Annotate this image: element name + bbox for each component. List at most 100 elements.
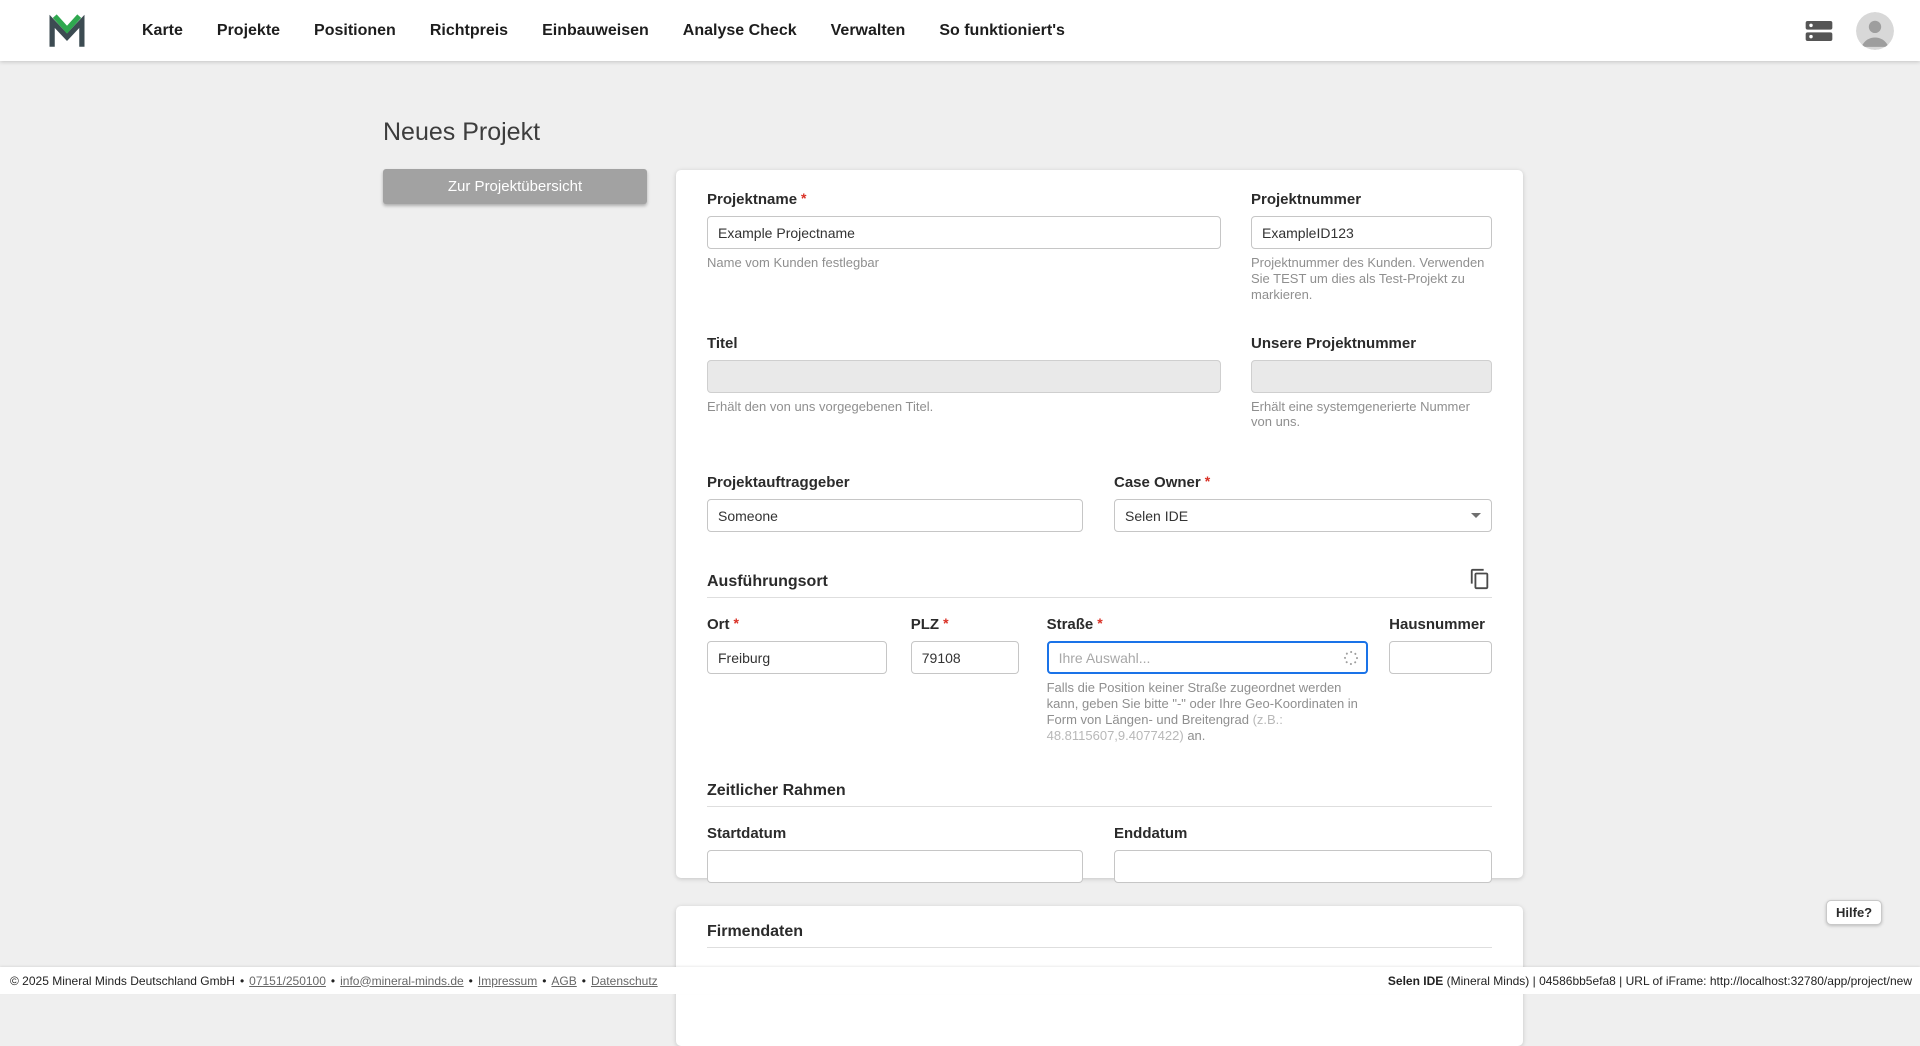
card-reader-icon[interactable]	[1802, 14, 1836, 48]
projektname-helper: Name vom Kunden festlegbar	[707, 255, 1221, 271]
section-ausfuehrungsort-header: Ausführungsort	[707, 567, 1492, 598]
projektnummer-input[interactable]	[1251, 216, 1492, 249]
case-owner-label: Case Owner *	[1114, 474, 1492, 492]
footer: © 2025 Mineral Minds Deutschland GmbH • …	[0, 967, 1920, 994]
strasse-label-text: Straße	[1047, 616, 1094, 634]
unsere-projektnummer-input	[1251, 360, 1492, 393]
ort-label: Ort *	[707, 616, 887, 634]
page-title: Neues Projekt	[383, 118, 540, 147]
strasse-helper: Falls die Position keiner Straße zugeord…	[1047, 680, 1369, 743]
required-asterisk: *	[1205, 474, 1210, 492]
footer-separator: •	[469, 974, 473, 988]
footer-separator: •	[542, 974, 546, 988]
titel-label: Titel	[707, 335, 1221, 353]
copy-icon[interactable]	[1468, 567, 1492, 591]
enddatum-label-text: Enddatum	[1114, 825, 1187, 843]
row-projektname: Projektname * Name vom Kunden festlegbar…	[707, 191, 1492, 303]
user-avatar[interactable]	[1856, 12, 1894, 50]
section-firmendaten-header: Firmendaten	[707, 923, 1492, 948]
required-asterisk: *	[734, 616, 739, 634]
required-asterisk: *	[1097, 616, 1102, 634]
ort-input[interactable]	[707, 641, 887, 674]
help-button[interactable]: Hilfe?	[1826, 900, 1882, 925]
row-datum: Startdatum Enddatum	[707, 825, 1492, 883]
footer-separator: •	[240, 974, 244, 988]
nav-analyse-check[interactable]: Analyse Check	[666, 22, 814, 40]
footer-impressum-link[interactable]: Impressum	[478, 974, 537, 988]
user-avatar-icon	[1856, 12, 1894, 50]
strasse-helper-suffix: an.	[1184, 728, 1206, 743]
ort-label-text: Ort	[707, 616, 730, 634]
required-asterisk: *	[943, 616, 948, 634]
top-navbar: Karte Projekte Positionen Richtpreis Ein…	[0, 0, 1920, 61]
projektauftraggeber-label-text: Projektauftraggeber	[707, 474, 850, 492]
titel-helper: Erhält den von uns vorgegebenen Titel.	[707, 399, 1221, 415]
strasse-helper-main: Falls die Position keiner Straße zugeord…	[1047, 680, 1358, 727]
nav-positionen[interactable]: Positionen	[297, 22, 413, 40]
row-titel: Titel Erhält den von uns vorgegebenen Ti…	[707, 335, 1492, 431]
nav-richtpreis[interactable]: Richtpreis	[413, 22, 525, 40]
strasse-input-wrap	[1047, 641, 1369, 674]
required-asterisk: *	[801, 191, 806, 209]
unsere-projektnummer-label-text: Unsere Projektnummer	[1251, 335, 1416, 353]
nav-verwalten[interactable]: Verwalten	[814, 22, 923, 40]
section-ausfuehrungsort-title: Ausführungsort	[707, 573, 828, 591]
footer-agb-link[interactable]: AGB	[551, 974, 576, 988]
nav-so-funktionierts[interactable]: So funktioniert's	[922, 22, 1082, 40]
titel-label-text: Titel	[707, 335, 738, 353]
enddatum-label: Enddatum	[1114, 825, 1492, 843]
hausnummer-input[interactable]	[1389, 641, 1492, 674]
plz-field: PLZ *	[911, 616, 1019, 743]
footer-email-link[interactable]: info@mineral-minds.de	[340, 974, 464, 988]
projektname-input[interactable]	[707, 216, 1221, 249]
projektname-label-text: Projektname	[707, 191, 797, 209]
unsere-projektnummer-label: Unsere Projektnummer	[1251, 335, 1492, 353]
hausnummer-field: Hausnummer	[1389, 616, 1492, 743]
case-owner-label-text: Case Owner	[1114, 474, 1201, 492]
new-project-form-card: Projektname * Name vom Kunden festlegbar…	[676, 170, 1523, 878]
startdatum-label: Startdatum	[707, 825, 1083, 843]
case-owner-select[interactable]: Selen IDE	[1114, 499, 1492, 532]
case-owner-value: Selen IDE	[1125, 508, 1188, 524]
section-zeitlicher-rahmen-title: Zeitlicher Rahmen	[707, 782, 846, 800]
unsere-projektnummer-helper: Erhält eine systemgenerierte Nummer von …	[1251, 399, 1492, 431]
strasse-input[interactable]	[1047, 641, 1369, 674]
enddatum-input[interactable]	[1114, 850, 1492, 883]
nav-einbauweisen[interactable]: Einbauweisen	[525, 22, 666, 40]
plz-label: PLZ *	[911, 616, 1019, 634]
footer-left: © 2025 Mineral Minds Deutschland GmbH • …	[10, 974, 658, 988]
startdatum-input[interactable]	[707, 850, 1083, 883]
projektnummer-label: Projektnummer	[1251, 191, 1492, 209]
nav-projekte[interactable]: Projekte	[200, 22, 297, 40]
mineral-minds-logo[interactable]	[45, 9, 89, 53]
hausnummer-label-text: Hausnummer	[1389, 616, 1485, 634]
footer-session-text: (Mineral Minds) | 04586bb5efa8 | URL of …	[1443, 974, 1912, 988]
projektnummer-field: Projektnummer Projektnummer des Kunden. …	[1251, 191, 1492, 303]
navbar-actions	[1802, 12, 1894, 50]
unsere-projektnummer-field: Unsere Projektnummer Erhält eine systemg…	[1251, 335, 1492, 431]
ort-field: Ort *	[707, 616, 887, 743]
footer-user-name: Selen IDE	[1388, 974, 1443, 988]
projektauftraggeber-input[interactable]	[707, 499, 1083, 532]
loading-spinner-icon	[1343, 650, 1359, 666]
footer-copyright: © 2025 Mineral Minds Deutschland GmbH	[10, 974, 235, 988]
footer-phone-link[interactable]: 07151/250100	[249, 974, 326, 988]
footer-datenschutz-link[interactable]: Datenschutz	[591, 974, 658, 988]
startdatum-label-text: Startdatum	[707, 825, 786, 843]
startdatum-field: Startdatum	[707, 825, 1083, 883]
row-adresse: Ort * PLZ * Straße * Fal	[707, 616, 1492, 743]
row-auftraggeber: Projektauftraggeber Case Owner * Selen I…	[707, 474, 1492, 532]
copy-glyph	[1469, 568, 1491, 590]
projektauftraggeber-label: Projektauftraggeber	[707, 474, 1083, 492]
projektname-field: Projektname * Name vom Kunden festlegbar	[707, 191, 1221, 303]
strasse-field: Straße * Falls die Position keiner Straß…	[1047, 616, 1369, 743]
projektnummer-helper: Projektnummer des Kunden. Verwenden Sie …	[1251, 255, 1492, 303]
footer-separator: •	[582, 974, 586, 988]
footer-session-info: Selen IDE (Mineral Minds) | 04586bb5efa8…	[1388, 974, 1912, 988]
plz-label-text: PLZ	[911, 616, 939, 634]
project-overview-button[interactable]: Zur Projektübersicht	[383, 169, 647, 204]
nav-karte[interactable]: Karte	[125, 22, 200, 40]
footer-separator: •	[331, 974, 335, 988]
main-nav: Karte Projekte Positionen Richtpreis Ein…	[125, 22, 1082, 40]
plz-input[interactable]	[911, 641, 1019, 674]
